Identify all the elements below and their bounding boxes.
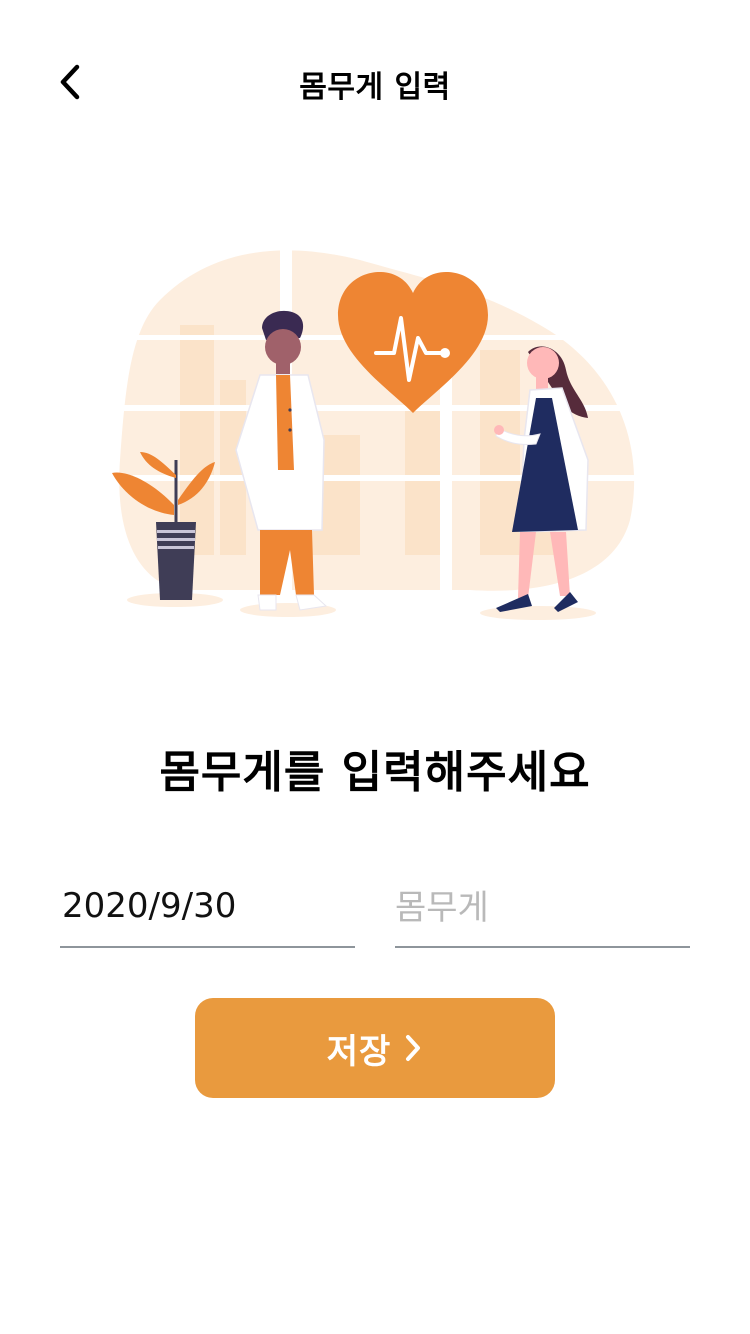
- weight-field[interactable]: [395, 872, 690, 948]
- weight-input-screen: 몸무게 입력 몸무게를 입력해주세요 2020/9/30 몸무게 저장: [0, 0, 750, 1334]
- date-value: 2020/9/30: [62, 886, 237, 926]
- date-field[interactable]: 2020/9/30: [60, 872, 355, 948]
- weight-input[interactable]: [395, 880, 685, 936]
- chevron-right-icon: [403, 1033, 423, 1063]
- instruction-heading: 몸무게를 입력해주세요: [159, 747, 591, 798]
- page-title: 몸무게 입력: [299, 70, 451, 105]
- save-button[interactable]: 저장: [195, 998, 555, 1098]
- save-button-label: 저장: [326, 1031, 392, 1072]
- doctors-illustration: [100, 230, 660, 630]
- header: 몸무게 입력: [0, 0, 750, 170]
